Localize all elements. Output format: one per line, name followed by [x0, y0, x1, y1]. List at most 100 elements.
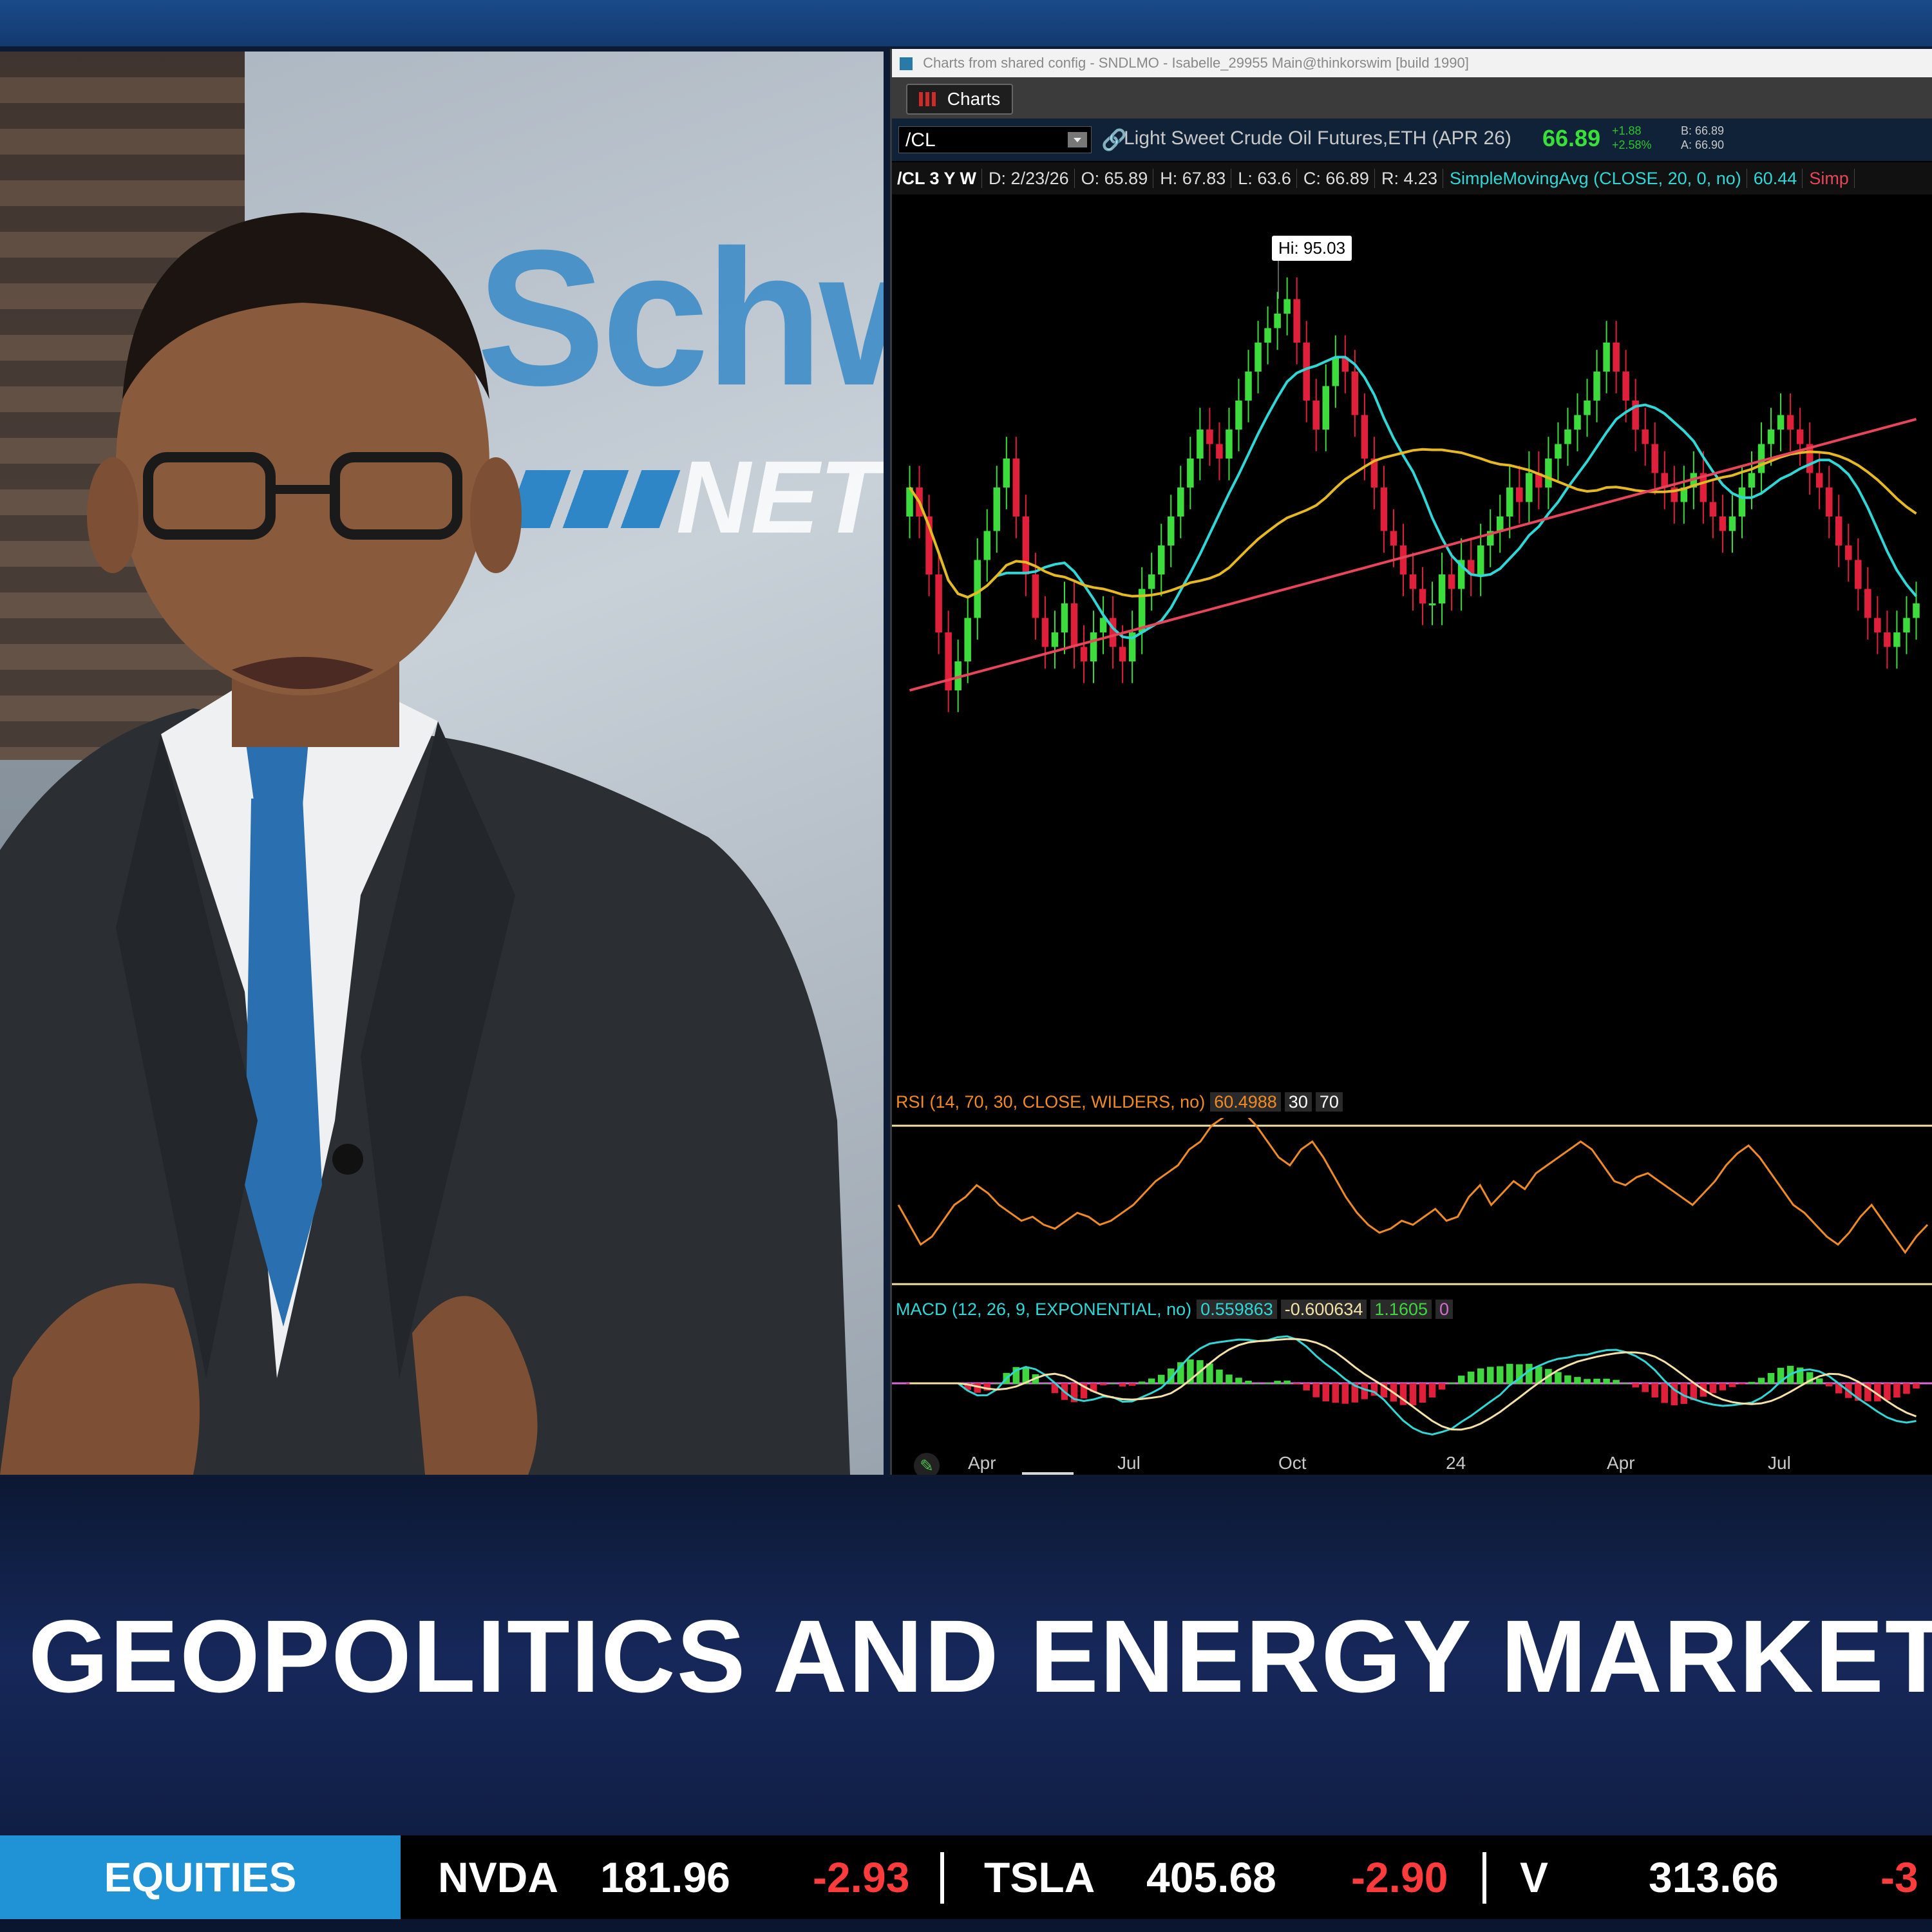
symbol-value: /CL — [905, 129, 936, 151]
macd-histogram-bar — [993, 1383, 1001, 1384]
candle-body — [1080, 647, 1088, 661]
macd-histogram-bar — [1361, 1383, 1368, 1399]
macd-histogram-bar — [1216, 1369, 1223, 1384]
macd-histogram-bar — [1312, 1383, 1320, 1397]
macd-histogram-bar — [1574, 1377, 1581, 1384]
rsi-header: RSI (14, 70, 30, CLOSE, WILDERS, no) 60.4… — [892, 1087, 1932, 1117]
bar-close: C: 66.89 — [1298, 169, 1375, 188]
macd-histogram-bar — [1526, 1363, 1533, 1384]
time-axis: Apr Jul Oct 24 Apr Jul — [892, 1453, 1932, 1475]
macd-histogram-bar — [1661, 1383, 1669, 1403]
candle-body — [1419, 589, 1426, 603]
rsi-chart[interactable] — [892, 1118, 1932, 1292]
price-chart[interactable] — [892, 194, 1932, 1083]
macd-histogram-bar — [1642, 1383, 1649, 1392]
candle-body — [1255, 343, 1262, 372]
rsi-label[interactable]: RSI (14, 70, 30, CLOSE, WILDERS, no) — [892, 1092, 1205, 1112]
macd-histogram-bar — [1584, 1379, 1591, 1384]
macd-histogram-bar — [1613, 1379, 1620, 1384]
bar-range: R: 4.23 — [1376, 169, 1444, 188]
candle-body — [1913, 603, 1920, 618]
candle-body — [1245, 372, 1252, 401]
candle-body — [1593, 372, 1600, 401]
candle-body — [1728, 516, 1736, 531]
candle-body — [1274, 314, 1281, 328]
rsi-value: 60.4988 — [1210, 1092, 1281, 1112]
studio-camera-feed: Schw NET — [0, 52, 884, 1475]
candle-body — [1070, 603, 1078, 647]
time-axis-tick: Oct — [1278, 1453, 1307, 1473]
last-price: 66.89 — [1542, 125, 1601, 151]
thinkorswim-window: Charts from shared config - SNDLMO - Isa… — [890, 49, 1932, 1475]
candle-body — [1003, 459, 1010, 488]
macd-histogram-bar — [1128, 1383, 1136, 1386]
candle-body — [1409, 574, 1417, 589]
tab-row: Charts — [892, 77, 1932, 118]
candle-body — [1709, 502, 1717, 516]
broadcast-top-bar — [0, 0, 1932, 46]
sma-study-value: 60.44 — [1748, 169, 1803, 188]
candle-body — [1855, 560, 1862, 589]
macd-histogram-bar — [1651, 1383, 1658, 1397]
bid-ask-box: B: 66.89 A: 66.90 — [1681, 124, 1724, 152]
macd-histogram-bar — [1506, 1363, 1513, 1384]
candle-body — [1177, 488, 1184, 516]
candle-body — [1777, 415, 1785, 430]
candle-body — [1903, 618, 1910, 632]
candle-body — [1226, 430, 1233, 459]
symbol-dropdown-button[interactable] — [1068, 132, 1087, 147]
bar-open: O: 65.89 — [1075, 169, 1154, 188]
candle-body — [1613, 343, 1620, 372]
macd-histogram-bar — [1825, 1383, 1833, 1387]
ticker-change: -3 — [1880, 1853, 1918, 1901]
bottom-strip — [0, 1919, 1932, 1932]
candle-body — [1796, 430, 1804, 444]
macd-histogram-bar — [1457, 1376, 1465, 1384]
headline: GEOPOLITICS AND ENERGY MARKETS — [28, 1598, 1932, 1714]
symbol-input[interactable]: /CL — [898, 126, 1092, 153]
expand-panel-button[interactable]: ⊼ — [1022, 1472, 1074, 1475]
net-change: +1.88 — [1612, 124, 1642, 137]
macd-chart[interactable] — [892, 1325, 1932, 1454]
candle-body — [974, 560, 981, 618]
macd-histogram-bar — [1486, 1367, 1494, 1384]
tab-charts[interactable]: Charts — [906, 84, 1014, 115]
candle-body — [1757, 444, 1765, 473]
symbol-bar: /CL 🔗 Light Sweet Crude Oil Futures,ETH … — [892, 118, 1932, 161]
chart-period[interactable]: /CL 3 Y W — [892, 169, 983, 188]
sma2-study-label[interactable]: Simp — [1804, 169, 1855, 188]
macd-histogram-bar — [1245, 1381, 1252, 1384]
candle-body — [1555, 444, 1562, 459]
link-icon[interactable]: 🔗 — [1101, 128, 1127, 152]
macd-histogram-bar — [1322, 1383, 1330, 1401]
macd-histogram-bar — [1264, 1383, 1271, 1384]
macd-histogram-bar — [1119, 1383, 1126, 1387]
candle-body — [1516, 488, 1523, 502]
macd-histogram-bar — [1448, 1382, 1455, 1384]
macd-histogram-bar — [1138, 1381, 1146, 1384]
candle-body — [1399, 545, 1407, 574]
candle-body — [1206, 430, 1213, 444]
candle-body — [1642, 430, 1649, 444]
macd-histogram-bar — [1757, 1378, 1765, 1384]
candle-body — [1864, 589, 1871, 618]
ticker-price: 313.66 — [1649, 1853, 1779, 1901]
macd-histogram-bar — [1438, 1383, 1446, 1390]
macd-label[interactable]: MACD (12, 26, 9, EXPONENTIAL, no) — [892, 1300, 1191, 1319]
candle-body — [1786, 415, 1794, 430]
candle-body — [1545, 459, 1552, 488]
candle-body — [993, 488, 1001, 531]
macd-histogram-bar — [1728, 1383, 1736, 1387]
macd-histogram-bar — [1913, 1383, 1920, 1389]
macd-diff: 1.1605 — [1370, 1300, 1432, 1319]
candle-body — [1506, 488, 1513, 516]
macd-histogram-bar — [1903, 1383, 1910, 1394]
macd-histogram-bar — [1255, 1383, 1262, 1384]
macd-histogram-bar — [1564, 1375, 1571, 1384]
sma-study-label[interactable]: SimpleMovingAvg (CLOSE, 20, 0, no) — [1444, 169, 1747, 188]
candle-body — [1448, 574, 1455, 589]
time-axis-tick: Apr — [968, 1453, 996, 1473]
macd-histogram-bar — [1109, 1383, 1117, 1384]
high-label: Hi: 95.03 — [1272, 236, 1352, 261]
drawing-tool-icon[interactable]: ✎ — [914, 1453, 940, 1475]
